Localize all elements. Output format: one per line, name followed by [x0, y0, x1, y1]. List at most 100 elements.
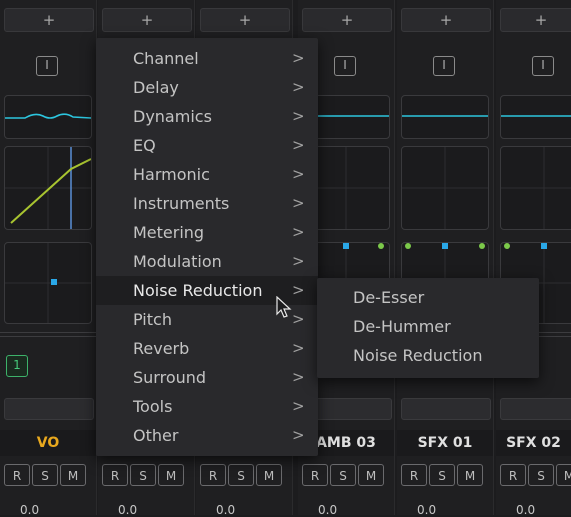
dynamics-graph[interactable]	[500, 146, 571, 230]
menu-item-label: Modulation	[133, 252, 222, 271]
record-button[interactable]: R	[102, 464, 128, 486]
mute-button[interactable]: M	[60, 464, 86, 486]
add-effect-button[interactable]: +	[500, 8, 571, 32]
bus-slot[interactable]	[4, 398, 94, 420]
menu-item-tools[interactable]: Tools >	[96, 392, 318, 421]
eq-curve-icon	[501, 115, 571, 117]
menu-item-surround[interactable]: Surround >	[96, 363, 318, 392]
rsm-buttons: R S M	[4, 464, 86, 486]
record-button[interactable]: R	[302, 464, 328, 486]
mute-button[interactable]: M	[457, 464, 483, 486]
rsm-buttons: R S M	[200, 464, 282, 486]
submenu-item-de-esser[interactable]: De-Esser	[353, 288, 424, 307]
menu-item-reverb[interactable]: Reverb >	[96, 334, 318, 363]
menu-item-label: Channel	[133, 49, 199, 68]
chevron-right-icon: >	[292, 107, 305, 125]
menu-item-other[interactable]: Other >	[96, 421, 318, 450]
chevron-right-icon: >	[292, 165, 305, 183]
dynamics-curve-icon	[5, 147, 91, 229]
track-name[interactable]: VO	[0, 430, 96, 456]
solo-button[interactable]: S	[130, 464, 156, 486]
chevron-right-icon: >	[292, 368, 305, 386]
record-button[interactable]: R	[500, 464, 526, 486]
eq-graph[interactable]	[401, 95, 489, 139]
record-button[interactable]: R	[4, 464, 30, 486]
menu-item-harmonic[interactable]: Harmonic >	[96, 160, 318, 189]
noise-reduction-submenu: De-Esser De-Hummer Noise Reduction	[317, 278, 539, 378]
eq-curve-icon	[5, 113, 91, 119]
track-number-badge: 1	[6, 355, 28, 377]
add-effect-button[interactable]: +	[200, 8, 290, 32]
menu-item-channel[interactable]: Channel >	[96, 44, 318, 73]
menu-item-label: Reverb	[133, 339, 190, 358]
add-effect-button[interactable]: +	[4, 8, 94, 32]
menu-item-label: EQ	[133, 136, 156, 155]
solo-button[interactable]: S	[528, 464, 554, 486]
menu-item-label: Metering	[133, 223, 205, 242]
menu-item-instruments[interactable]: Instruments >	[96, 189, 318, 218]
chevron-right-icon: >	[292, 281, 305, 299]
record-button[interactable]: R	[401, 464, 427, 486]
rsm-buttons: R S M	[401, 464, 483, 486]
chevron-right-icon: >	[292, 194, 305, 212]
menu-item-label: Surround	[133, 368, 207, 387]
mouse-pointer-icon	[276, 295, 292, 324]
rsm-buttons: R S M	[500, 464, 571, 486]
add-effect-button[interactable]: +	[302, 8, 392, 32]
chevron-right-icon: >	[292, 252, 305, 270]
add-effect-button[interactable]: +	[401, 8, 491, 32]
solo-button[interactable]: S	[228, 464, 254, 486]
insert-toggle-button[interactable]: I	[433, 56, 455, 76]
menu-item-metering[interactable]: Metering >	[96, 218, 318, 247]
submenu-item-de-hummer[interactable]: De-Hummer	[353, 317, 451, 336]
insert-toggle-button[interactable]: I	[36, 56, 58, 76]
chevron-right-icon: >	[292, 78, 305, 96]
dynamics-graph[interactable]	[401, 146, 489, 230]
eq-curve-icon	[402, 115, 488, 117]
solo-button[interactable]: S	[429, 464, 455, 486]
pan-grid-icon	[5, 243, 91, 323]
bus-slot[interactable]	[401, 398, 491, 420]
channel-strip-vo: + I 1 VO R S M 0.0	[0, 0, 97, 517]
menu-item-label: Delay	[133, 78, 179, 97]
menu-item-label: Pitch	[133, 310, 172, 329]
rsm-buttons: R S M	[102, 464, 184, 486]
mute-button[interactable]: M	[256, 464, 282, 486]
eq-graph[interactable]	[500, 95, 571, 139]
track-name[interactable]: SFX 01	[397, 430, 493, 456]
pan-control[interactable]	[4, 242, 92, 324]
menu-item-label: Tools	[133, 397, 173, 416]
channel-strip-sfx-01: + I SFX 01 R S M 0.0	[397, 0, 494, 517]
menu-item-dynamics[interactable]: Dynamics >	[96, 102, 318, 131]
solo-button[interactable]: S	[32, 464, 58, 486]
menu-item-modulation[interactable]: Modulation >	[96, 247, 318, 276]
record-button[interactable]: R	[200, 464, 226, 486]
insert-toggle-button[interactable]: I	[334, 56, 356, 76]
chevron-right-icon: >	[292, 223, 305, 241]
solo-button[interactable]: S	[330, 464, 356, 486]
insert-toggle-button[interactable]: I	[532, 56, 554, 76]
dynamics-graph[interactable]	[4, 146, 92, 230]
eq-graph[interactable]	[4, 95, 92, 139]
mute-button[interactable]: M	[158, 464, 184, 486]
add-effect-button[interactable]: +	[102, 8, 192, 32]
chevron-right-icon: >	[292, 397, 305, 415]
mute-button[interactable]: M	[358, 464, 384, 486]
menu-item-delay[interactable]: Delay >	[96, 73, 318, 102]
divider	[0, 332, 96, 337]
rsm-buttons: R S M	[302, 464, 384, 486]
plugin-category-menu: Channel > Delay > Dynamics > EQ > Harmonic > …	[96, 38, 318, 456]
bus-slot[interactable]	[500, 398, 571, 420]
track-name[interactable]: SFX 02	[496, 430, 571, 456]
submenu-item-noise-reduction[interactable]: Noise Reduction	[353, 346, 482, 365]
chevron-right-icon: >	[292, 49, 305, 67]
mute-button[interactable]: M	[556, 464, 571, 486]
dynamics-grid-icon	[402, 147, 488, 229]
chevron-right-icon: >	[292, 426, 305, 444]
menu-item-label: Dynamics	[133, 107, 212, 126]
menu-item-label: Noise Reduction	[133, 281, 263, 300]
chevron-right-icon: >	[292, 310, 305, 328]
menu-item-eq[interactable]: EQ >	[96, 131, 318, 160]
menu-item-label: Harmonic	[133, 165, 210, 184]
chevron-right-icon: >	[292, 339, 305, 357]
